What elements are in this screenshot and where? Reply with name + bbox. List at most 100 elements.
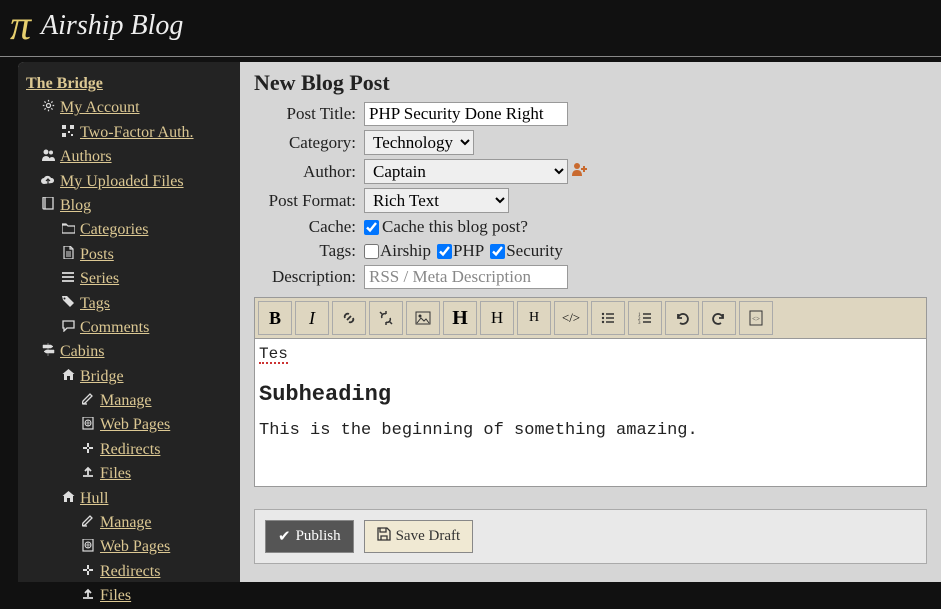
nav-item-two-factor-auth-[interactable]: Two-Factor Auth. — [26, 121, 232, 145]
globe-icon — [80, 417, 96, 435]
row-format: Post Format: Rich Text — [254, 188, 927, 213]
nav-link[interactable]: Manage — [100, 512, 152, 534]
ol-button[interactable]: 123 — [628, 301, 662, 335]
nav-link[interactable]: Redirects — [100, 439, 160, 461]
unlink-button[interactable] — [369, 301, 403, 335]
nav-link[interactable]: Tags — [80, 293, 110, 315]
editor-toolbar: B I H H H </> 123 <> — [254, 297, 927, 339]
nav-link[interactable]: Posts — [80, 244, 114, 266]
nav-item-web-pages[interactable]: Web Pages — [26, 535, 232, 559]
tag-checkbox[interactable] — [490, 244, 505, 259]
nav-item-my-uploaded-files[interactable]: My Uploaded Files — [26, 170, 232, 194]
nav-item-categories[interactable]: Categories — [26, 218, 232, 242]
nav-item-blog[interactable]: Blog — [26, 194, 232, 218]
gear-icon — [40, 99, 56, 117]
nav-link[interactable]: Bridge — [80, 366, 124, 388]
nav-item-hull[interactable]: Hull — [26, 487, 232, 511]
nav-item-cabins[interactable]: Cabins — [26, 340, 232, 364]
nav-link[interactable]: Categories — [80, 219, 148, 241]
nav-item-redirects[interactable]: Redirects — [26, 560, 232, 584]
code-button[interactable]: </> — [554, 301, 588, 335]
tag-label: PHP — [453, 241, 484, 261]
nav-item-manage[interactable]: Manage — [26, 389, 232, 413]
description-input[interactable] — [364, 265, 568, 289]
post-title-input[interactable] — [364, 102, 568, 126]
tag-checkbox[interactable] — [364, 244, 379, 259]
editor-area[interactable]: Tes Subheading This is the beginning of … — [254, 339, 927, 487]
bold-button[interactable]: B — [258, 301, 292, 335]
upload-icon — [80, 465, 96, 483]
cache-text: Cache this blog post? — [382, 217, 528, 237]
tag-checkbox[interactable] — [437, 244, 452, 259]
nav-root-link[interactable]: The Bridge — [26, 73, 103, 95]
nav-link[interactable]: Web Pages — [100, 414, 170, 436]
italic-button[interactable]: I — [295, 301, 329, 335]
home-icon — [60, 490, 76, 508]
edit-icon — [80, 392, 96, 410]
h1-button[interactable]: H — [443, 301, 477, 335]
source-button[interactable]: <> — [739, 301, 773, 335]
row-category: Category: Technology — [254, 130, 927, 155]
nav-item-authors[interactable]: Authors — [26, 145, 232, 169]
add-author-icon[interactable] — [572, 162, 588, 181]
nav-link[interactable]: My Account — [60, 97, 140, 119]
author-select[interactable]: Captain — [364, 159, 568, 184]
svg-text:<>: <> — [752, 315, 760, 323]
nav-link[interactable]: Blog — [60, 195, 91, 217]
upload-icon — [80, 587, 96, 605]
link-button[interactable] — [332, 301, 366, 335]
signpost-icon — [40, 343, 56, 361]
tag-php[interactable]: PHP — [437, 241, 484, 261]
nav-item-bridge[interactable]: Bridge — [26, 365, 232, 389]
nav-item-manage[interactable]: Manage — [26, 511, 232, 535]
save-icon — [377, 527, 391, 546]
nav-item-files[interactable]: Files — [26, 584, 232, 608]
h2-button[interactable]: H — [480, 301, 514, 335]
nav-link[interactable]: Comments — [80, 317, 149, 339]
editor-line1: Tes — [259, 346, 288, 364]
nav-item-web-pages[interactable]: Web Pages — [26, 413, 232, 437]
nav-link[interactable]: Web Pages — [100, 536, 170, 558]
tag-airship[interactable]: Airship — [364, 241, 431, 261]
ul-button[interactable] — [591, 301, 625, 335]
tag-label: Security — [506, 241, 563, 261]
book-icon — [40, 197, 56, 215]
format-select[interactable]: Rich Text — [364, 188, 509, 213]
nav-item-series[interactable]: Series — [26, 267, 232, 291]
nav-link[interactable]: Manage — [100, 390, 152, 412]
nav-link[interactable]: My Uploaded Files — [60, 171, 184, 193]
nav-link[interactable]: Redirects — [100, 561, 160, 583]
nav-item-files[interactable]: Files — [26, 462, 232, 486]
category-select[interactable]: Technology — [364, 130, 474, 155]
nav-item-tags[interactable]: Tags — [26, 292, 232, 316]
save-draft-button[interactable]: Save Draft — [364, 520, 474, 553]
tag-security[interactable]: Security — [490, 241, 563, 261]
nav-link[interactable]: Series — [80, 268, 119, 290]
home-icon — [60, 368, 76, 386]
image-button[interactable] — [406, 301, 440, 335]
nav-item-my-account[interactable]: My Account — [26, 96, 232, 120]
nav-item-comments[interactable]: Comments — [26, 316, 232, 340]
h3-button[interactable]: H — [517, 301, 551, 335]
nav-item-redirects[interactable]: Redirects — [26, 438, 232, 462]
cache-checkbox[interactable] — [364, 220, 379, 235]
app-title: Airship Blog — [41, 10, 183, 42]
label-cache: Cache: — [254, 217, 364, 237]
nav-item-posts[interactable]: Posts — [26, 243, 232, 267]
folder-icon — [60, 221, 76, 239]
publish-button[interactable]: ✔ Publish — [265, 520, 354, 553]
tag-icon — [60, 295, 76, 313]
nav-link[interactable]: Authors — [60, 146, 112, 168]
nav-link[interactable]: Two-Factor Auth. — [80, 122, 194, 144]
nav-root[interactable]: The Bridge — [26, 72, 232, 96]
logo-pi-icon: π — [10, 2, 31, 50]
page-title: New Blog Post — [254, 70, 927, 96]
sidebar: The Bridge My Account Two-Factor Auth.Aut… — [18, 62, 240, 582]
nav-link[interactable]: Files — [100, 585, 131, 607]
undo-button[interactable] — [665, 301, 699, 335]
nav-link[interactable]: Cabins — [60, 341, 104, 363]
nav-link[interactable]: Files — [100, 463, 131, 485]
nav-link[interactable]: Hull — [80, 488, 108, 510]
cross-icon — [80, 441, 96, 459]
redo-button[interactable] — [702, 301, 736, 335]
